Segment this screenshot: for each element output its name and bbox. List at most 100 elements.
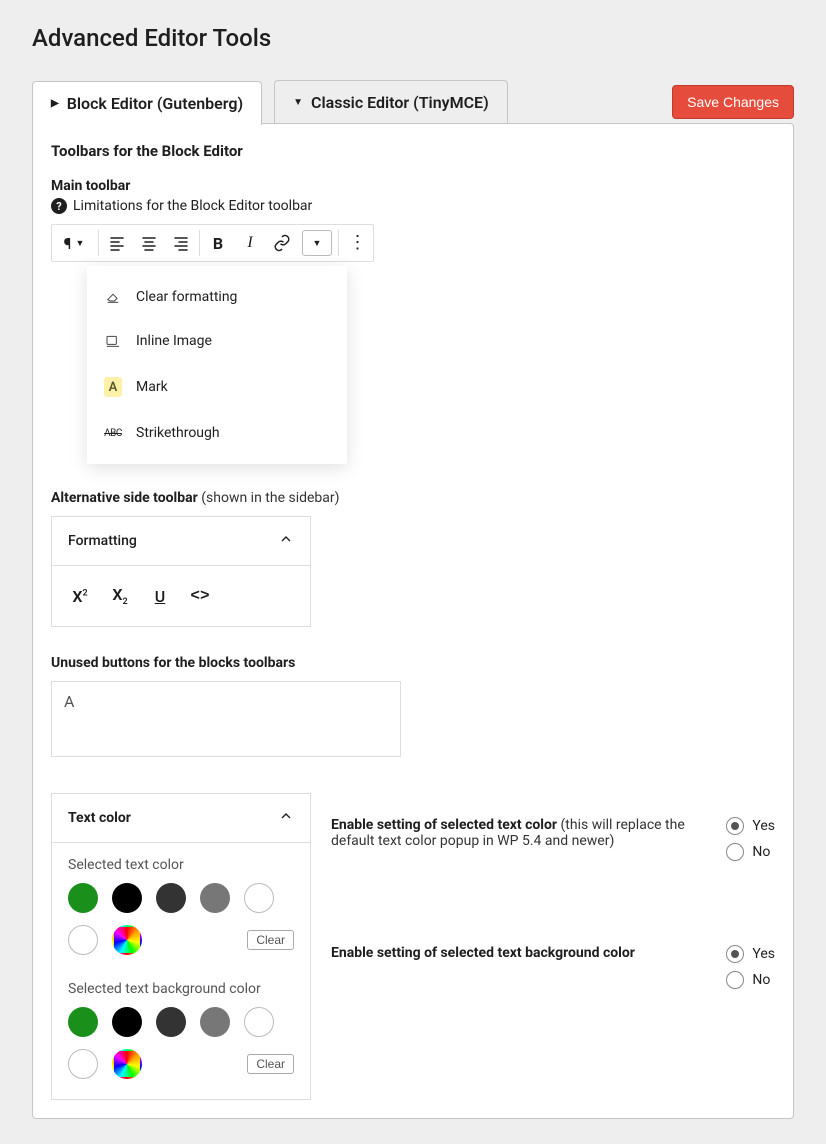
align-right-icon: [173, 235, 189, 251]
more-formats-dropdown[interactable]: ▼: [302, 230, 332, 256]
clear-text-color-button[interactable]: Clear: [247, 930, 294, 950]
image-icon: [104, 333, 122, 349]
color-swatch-black[interactable]: [112, 883, 142, 913]
mark-item[interactable]: A Mark: [88, 363, 346, 411]
alt-toolbar-label: Alternative side toolbar: [51, 490, 198, 506]
alt-toolbar-panel: Formatting X2 X2 U <>: [51, 516, 311, 627]
align-center-button[interactable]: [133, 225, 165, 261]
inline-image-item[interactable]: Inline Image: [88, 319, 346, 363]
paragraph-dropdown[interactable]: ¶ ▼: [52, 225, 96, 261]
section-toolbars-heading: Toolbars for the Block Editor: [51, 142, 775, 160]
bg-swatch-gray[interactable]: [200, 1007, 230, 1037]
limitations-text: Limitations for the Block Editor toolbar: [73, 198, 312, 214]
text-color-header[interactable]: Text color: [52, 794, 310, 843]
main-toolbar-label: Main toolbar: [51, 178, 775, 194]
chevron-up-icon: [278, 531, 294, 551]
caret-down-icon: ▼: [75, 238, 84, 249]
bold-button[interactable]: B: [202, 225, 234, 261]
bg-swatch-darkgray[interactable]: [156, 1007, 186, 1037]
subscript-icon: X2: [112, 585, 127, 607]
bg-swatch-black[interactable]: [112, 1007, 142, 1037]
dropdown-item-label: Strikethrough: [136, 425, 220, 441]
chevron-up-icon: [278, 808, 294, 828]
code-button[interactable]: <>: [182, 578, 218, 614]
enable-text-color-no[interactable]: No: [726, 843, 775, 861]
unused-buttons-box[interactable]: A: [51, 681, 401, 757]
bg-swatch-white[interactable]: [68, 1049, 98, 1079]
more-menu-button[interactable]: ⋮: [341, 225, 373, 261]
align-left-icon: [109, 235, 125, 251]
link-button[interactable]: [266, 225, 298, 261]
kebab-icon: ⋮: [349, 238, 366, 248]
clear-formatting-item[interactable]: Clear formatting: [88, 275, 346, 319]
radio-label: Yes: [752, 946, 775, 962]
enable-bg-color-yes[interactable]: Yes: [726, 945, 775, 963]
color-swatch-white[interactable]: [68, 925, 98, 955]
radio-unchecked-icon: [726, 971, 744, 989]
caret-down-icon: ▼: [313, 238, 322, 249]
bg-color-picker-swatch[interactable]: [112, 1049, 142, 1079]
enable-text-color-yes[interactable]: Yes: [726, 817, 775, 835]
radio-label: No: [752, 844, 770, 860]
radio-checked-icon: [726, 945, 744, 963]
main-toolbar: ¶ ▼ B I ▼ ⋮: [51, 224, 374, 262]
pilcrow-icon: ¶: [64, 234, 72, 253]
unused-buttons-label: Unused buttons for the blocks toolbars: [51, 655, 775, 671]
clear-bg-color-button[interactable]: Clear: [247, 1054, 294, 1074]
color-picker-swatch[interactable]: [112, 925, 142, 955]
color-swatch-empty[interactable]: [244, 883, 274, 913]
mark-icon: A: [104, 377, 122, 397]
save-button[interactable]: Save Changes: [672, 85, 794, 119]
dropdown-item-label: Inline Image: [136, 333, 212, 349]
formatting-header[interactable]: Formatting: [52, 517, 310, 566]
bold-icon: B: [213, 234, 223, 253]
selected-bg-color-label: Selected text background color: [68, 981, 294, 997]
tab-bar: ▶ Block Editor (Gutenberg) ▼ Classic Edi…: [32, 80, 508, 124]
link-icon: [273, 234, 291, 252]
selected-text-color-label: Selected text color: [68, 857, 294, 873]
align-center-icon: [141, 235, 157, 251]
align-left-button[interactable]: [101, 225, 133, 261]
strikethrough-item[interactable]: ABC Strikethrough: [88, 411, 346, 455]
color-swatch-darkgray[interactable]: [156, 883, 186, 913]
dropdown-item-label: Mark: [136, 379, 168, 395]
page-title: Advanced Editor Tools: [32, 24, 794, 52]
color-swatch-green[interactable]: [68, 883, 98, 913]
panel-block-editor: Toolbars for the Block Editor Main toolb…: [32, 123, 794, 1119]
arrow-down-icon: ▼: [293, 97, 303, 108]
radio-label: No: [752, 972, 770, 988]
alt-toolbar-suffix: (shown in the sidebar): [201, 490, 339, 506]
italic-button[interactable]: I: [234, 225, 266, 261]
tab-classic-editor[interactable]: ▼ Classic Editor (TinyMCE): [274, 80, 508, 124]
color-swatch-gray[interactable]: [200, 883, 230, 913]
help-icon[interactable]: ?: [51, 198, 67, 214]
enable-bg-color-desc: Enable setting of selected text backgrou…: [331, 945, 708, 961]
enable-bg-color-no[interactable]: No: [726, 971, 775, 989]
underline-button[interactable]: U: [142, 578, 178, 614]
arrow-right-icon: ▶: [51, 98, 59, 109]
superscript-icon: X2: [72, 587, 87, 606]
radio-label: Yes: [752, 818, 775, 834]
unused-button-item[interactable]: A: [64, 692, 74, 711]
bg-swatch-green[interactable]: [68, 1007, 98, 1037]
text-color-label: Text color: [68, 810, 131, 826]
superscript-button[interactable]: X2: [62, 578, 98, 614]
tab-label: Block Editor (Gutenberg): [67, 94, 243, 113]
radio-unchecked-icon: [726, 843, 744, 861]
code-icon: <>: [190, 587, 209, 605]
subscript-button[interactable]: X2: [102, 578, 138, 614]
tab-label: Classic Editor (TinyMCE): [311, 93, 489, 112]
dropdown-item-label: Clear formatting: [136, 289, 237, 305]
text-color-panel: Text color Selected text color Clea: [51, 793, 311, 1100]
align-right-button[interactable]: [165, 225, 197, 261]
enable-text-color-desc: Enable setting of selected text color (t…: [331, 817, 708, 849]
strikethrough-icon: ABC: [104, 428, 122, 439]
formats-dropdown: Clear formatting Inline Image A Mark ABC…: [87, 266, 347, 464]
radio-checked-icon: [726, 817, 744, 835]
italic-icon: I: [247, 234, 252, 252]
eraser-icon: [104, 289, 122, 305]
tab-block-editor[interactable]: ▶ Block Editor (Gutenberg): [32, 81, 262, 125]
underline-icon: U: [155, 587, 165, 606]
bg-swatch-empty[interactable]: [244, 1007, 274, 1037]
formatting-label: Formatting: [68, 533, 137, 549]
